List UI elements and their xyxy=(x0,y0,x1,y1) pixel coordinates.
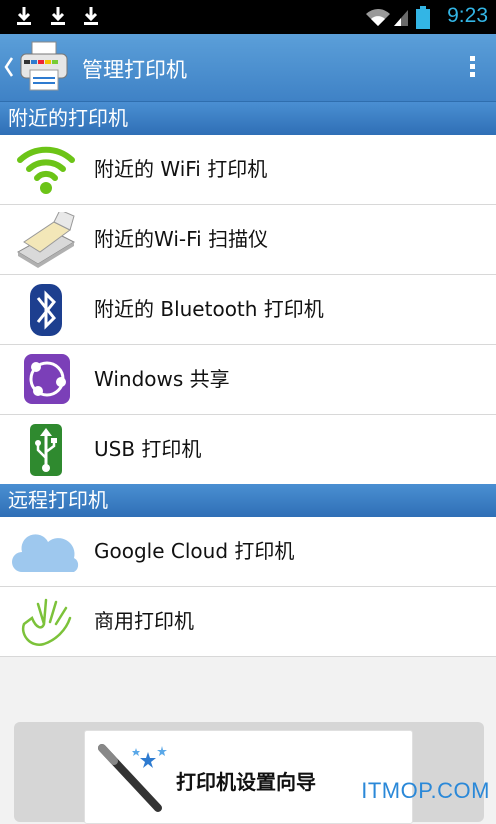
clock: 9:23 xyxy=(447,4,488,27)
watermark: ITMOP.COM xyxy=(361,778,490,803)
list-item-label: Google Cloud 打印机 xyxy=(94,539,295,563)
wifi-signal-icon xyxy=(366,9,390,26)
bluetooth-icon xyxy=(30,284,62,336)
windows-share-icon xyxy=(24,354,70,404)
download-icon xyxy=(17,7,31,25)
status-bar: 9:23 xyxy=(0,0,496,34)
wizard-button-label: 打印机设置向导 xyxy=(176,770,316,794)
section-header-nearby: 附近的打印机 xyxy=(0,102,496,135)
cloud-icon xyxy=(12,534,79,572)
list-item-wifi-scanner[interactable]: 附近的Wi-Fi 扫描仪 xyxy=(0,205,496,275)
list-item-business-printer[interactable]: 商用打印机 xyxy=(0,587,496,657)
remote-list: Google Cloud 打印机 商用打印机 xyxy=(0,517,496,657)
list-item-wifi-printer[interactable]: 附近的 WiFi 打印机 xyxy=(0,135,496,205)
list-item-label: 附近的 Bluetooth 打印机 xyxy=(94,297,324,321)
list-item-label: 商用打印机 xyxy=(94,609,194,633)
list-item-label: 附近的Wi-Fi 扫描仪 xyxy=(94,227,269,251)
list-item-label: 附近的 WiFi 打印机 xyxy=(94,157,268,181)
download-icon xyxy=(84,7,98,25)
battery-icon xyxy=(416,6,430,29)
download-icon xyxy=(51,7,65,25)
usb-icon xyxy=(30,424,62,476)
list-item-usb-printer[interactable]: USB 打印机 xyxy=(0,415,496,485)
wifi-icon xyxy=(17,146,75,194)
overflow-menu-icon[interactable] xyxy=(470,56,476,80)
magic-wand-icon xyxy=(98,744,167,812)
list-item-label: Windows 共享 xyxy=(94,367,230,391)
section-header-remote: 远程打印机 xyxy=(0,484,496,517)
page-title: 管理打印机 xyxy=(82,58,187,82)
app-logo-icon[interactable] xyxy=(18,40,70,92)
scanner-icon xyxy=(17,212,76,268)
hand-icon xyxy=(21,598,72,646)
list-item-label: USB 打印机 xyxy=(94,437,202,461)
list-item-bluetooth-printer[interactable]: 附近的 Bluetooth 打印机 xyxy=(0,275,496,345)
nearby-list: 附近的 WiFi 打印机 附近的Wi-Fi 扫描仪 附近的 Bluetooth … xyxy=(0,135,496,485)
app-bar: 管理打印机 xyxy=(0,34,496,102)
back-chevron-icon[interactable] xyxy=(4,56,14,78)
list-item-google-cloud-printer[interactable]: Google Cloud 打印机 xyxy=(0,517,496,587)
cell-signal-icon xyxy=(394,10,408,26)
list-item-windows-share[interactable]: Windows 共享 xyxy=(0,345,496,415)
